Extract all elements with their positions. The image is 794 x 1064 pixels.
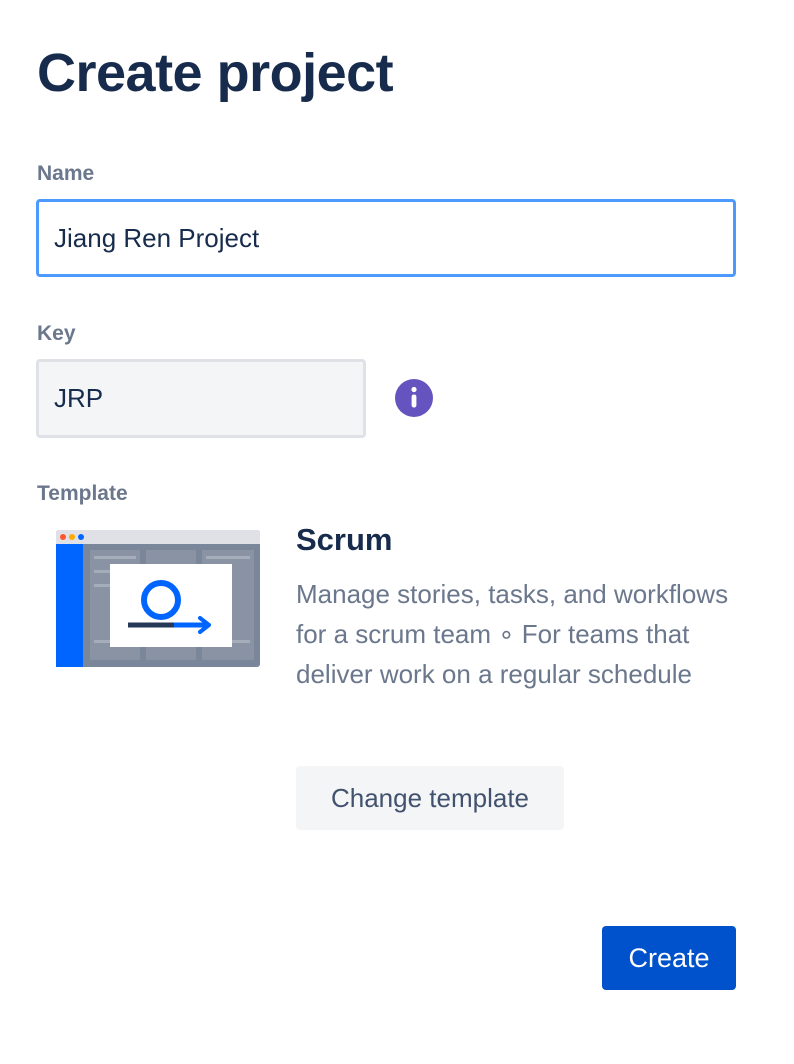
key-input[interactable] bbox=[36, 359, 366, 438]
create-button[interactable]: Create bbox=[602, 926, 736, 990]
template-description: Manage stories, tasks, and workflows for… bbox=[296, 579, 729, 689]
change-template-button[interactable]: Change template bbox=[296, 766, 564, 830]
scrum-loop-icon bbox=[56, 530, 260, 667]
create-project-page: Create project Name Key Template Scrum M… bbox=[0, 0, 794, 1064]
name-input[interactable] bbox=[36, 199, 736, 277]
template-name: Scrum bbox=[296, 522, 393, 557]
info-icon[interactable] bbox=[394, 378, 434, 418]
name-label: Name bbox=[37, 162, 95, 185]
template-label: Template bbox=[37, 482, 128, 505]
page-title: Create project bbox=[37, 43, 394, 103]
key-label: Key bbox=[37, 322, 76, 345]
